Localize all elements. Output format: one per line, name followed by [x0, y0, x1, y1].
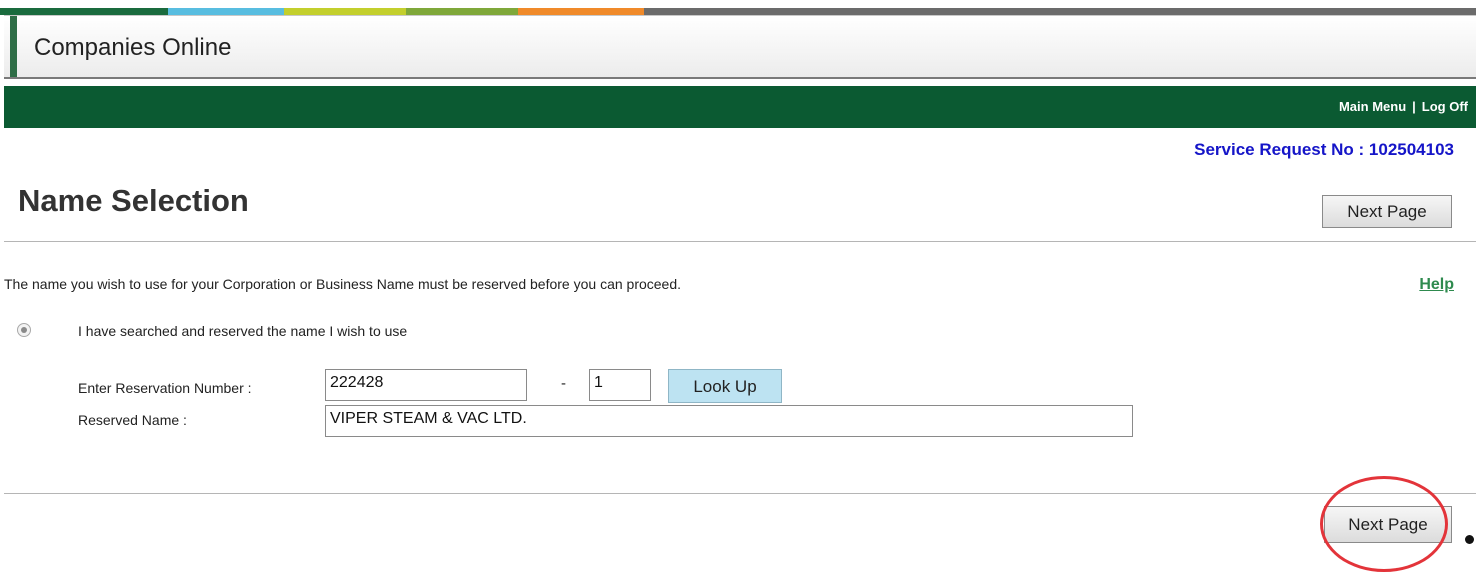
reservation-suffix-input[interactable]: 1	[589, 369, 651, 401]
stripe-3	[284, 8, 406, 15]
reserved-name-input[interactable]: VIPER STEAM & VAC LTD.	[325, 405, 1133, 437]
app-header: Companies Online	[4, 15, 1476, 79]
reserved-name-radio[interactable]	[17, 323, 31, 337]
reserved-name-label: Reserved Name :	[78, 412, 187, 428]
divider-bottom	[4, 493, 1476, 494]
reserved-name-radio-label: I have searched and reserved the name I …	[78, 323, 408, 339]
service-request-number: Service Request No : 102504103	[1194, 140, 1454, 159]
help-link[interactable]: Help	[1419, 276, 1454, 294]
annotation-dot	[1465, 535, 1474, 544]
look-up-button[interactable]: Look Up	[668, 369, 782, 403]
app-title: Companies Online	[34, 34, 232, 61]
page-title: Name Selection	[18, 183, 249, 218]
next-page-button-bottom[interactable]: Next Page	[1324, 506, 1452, 543]
color-stripes	[0, 8, 1476, 15]
main-menu-link[interactable]: Main Menu	[1339, 99, 1406, 114]
nav-links: Main Menu | Log Off	[1339, 99, 1468, 114]
next-page-button-top[interactable]: Next Page	[1322, 195, 1452, 228]
divider-top	[4, 241, 1476, 242]
stripe-4	[406, 8, 518, 15]
stripe-5	[518, 8, 644, 15]
reservation-dash: -	[561, 375, 566, 392]
stripe-2	[168, 8, 284, 15]
intro-text: The name you wish to use for your Corpor…	[4, 276, 682, 292]
header-accent-bar	[10, 16, 17, 77]
reservation-number-label: Enter Reservation Number :	[78, 380, 252, 396]
stripe-1	[0, 8, 168, 15]
log-off-link[interactable]: Log Off	[1422, 99, 1468, 114]
nav-separator: |	[1412, 99, 1416, 114]
stripe-6	[644, 8, 1476, 15]
nav-bar: Main Menu | Log Off	[4, 86, 1476, 128]
reservation-number-input[interactable]: 222428	[325, 369, 527, 401]
